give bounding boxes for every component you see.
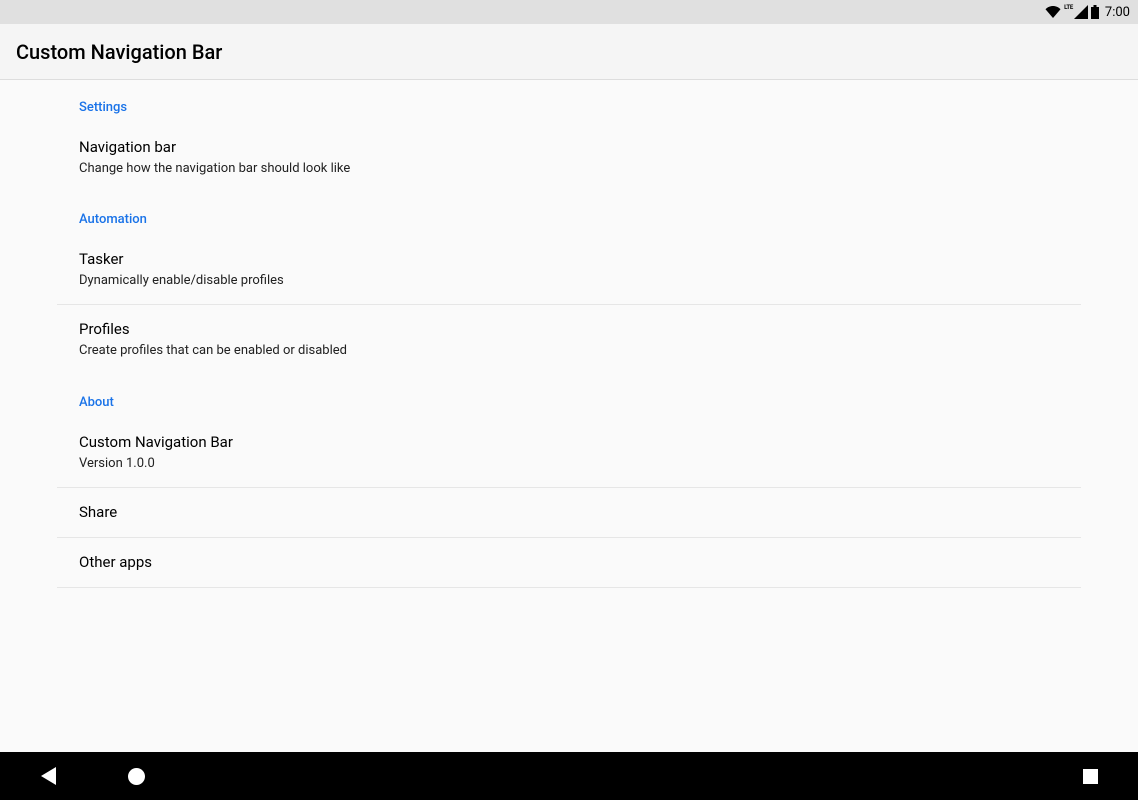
recents-icon — [1083, 769, 1098, 784]
section-header: Settings — [57, 80, 1081, 123]
list-item[interactable]: Profiles Create profiles that can be enab… — [57, 305, 1081, 374]
list-item-subtitle: Change how the navigation bar should loo… — [79, 160, 1059, 178]
list-item-title: Share — [79, 502, 1059, 523]
list-item-subtitle: Dynamically enable/disable profiles — [79, 272, 1059, 290]
divider — [57, 587, 1081, 588]
list-item[interactable]: Navigation bar Change how the navigation … — [57, 123, 1081, 192]
list-item-subtitle: Create profiles that can be enabled or d… — [79, 342, 1059, 360]
home-icon — [128, 768, 145, 785]
content-area: Settings Navigation bar Change how the nav… — [0, 80, 1138, 752]
wifi-icon — [1045, 6, 1061, 18]
list-item[interactable]: Tasker Dynamically enable/disable profile… — [57, 235, 1081, 304]
list-item-title: Custom Navigation Bar — [79, 432, 1059, 453]
lte-label: LTE — [1064, 4, 1073, 11]
list-item-title: Navigation bar — [79, 137, 1059, 158]
list-item[interactable]: Share — [57, 488, 1081, 537]
list-item[interactable]: Other apps — [57, 538, 1081, 587]
status-bar: LTE 7:00 — [0, 0, 1138, 24]
home-button[interactable] — [116, 756, 156, 796]
list-item-subtitle: Version 1.0.0 — [79, 455, 1059, 473]
app-bar-title: Custom Navigation Bar — [16, 40, 222, 64]
settings-list: Settings Navigation bar Change how the nav… — [57, 80, 1081, 588]
section-header: About — [57, 375, 1081, 418]
back-icon — [41, 767, 56, 785]
recents-button[interactable] — [1070, 756, 1110, 796]
clock-time: 7:00 — [1105, 5, 1130, 20]
list-item-title: Tasker — [79, 249, 1059, 270]
back-button[interactable] — [28, 756, 68, 796]
battery-icon — [1091, 5, 1099, 19]
list-item-title: Other apps — [79, 552, 1059, 573]
app-bar: Custom Navigation Bar — [0, 24, 1138, 80]
list-item-title: Profiles — [79, 319, 1059, 340]
signal-icon — [1074, 5, 1088, 19]
section-header: Automation — [57, 192, 1081, 235]
system-nav-bar — [0, 752, 1138, 800]
list-item[interactable]: Custom Navigation Bar Version 1.0.0 — [57, 418, 1081, 487]
